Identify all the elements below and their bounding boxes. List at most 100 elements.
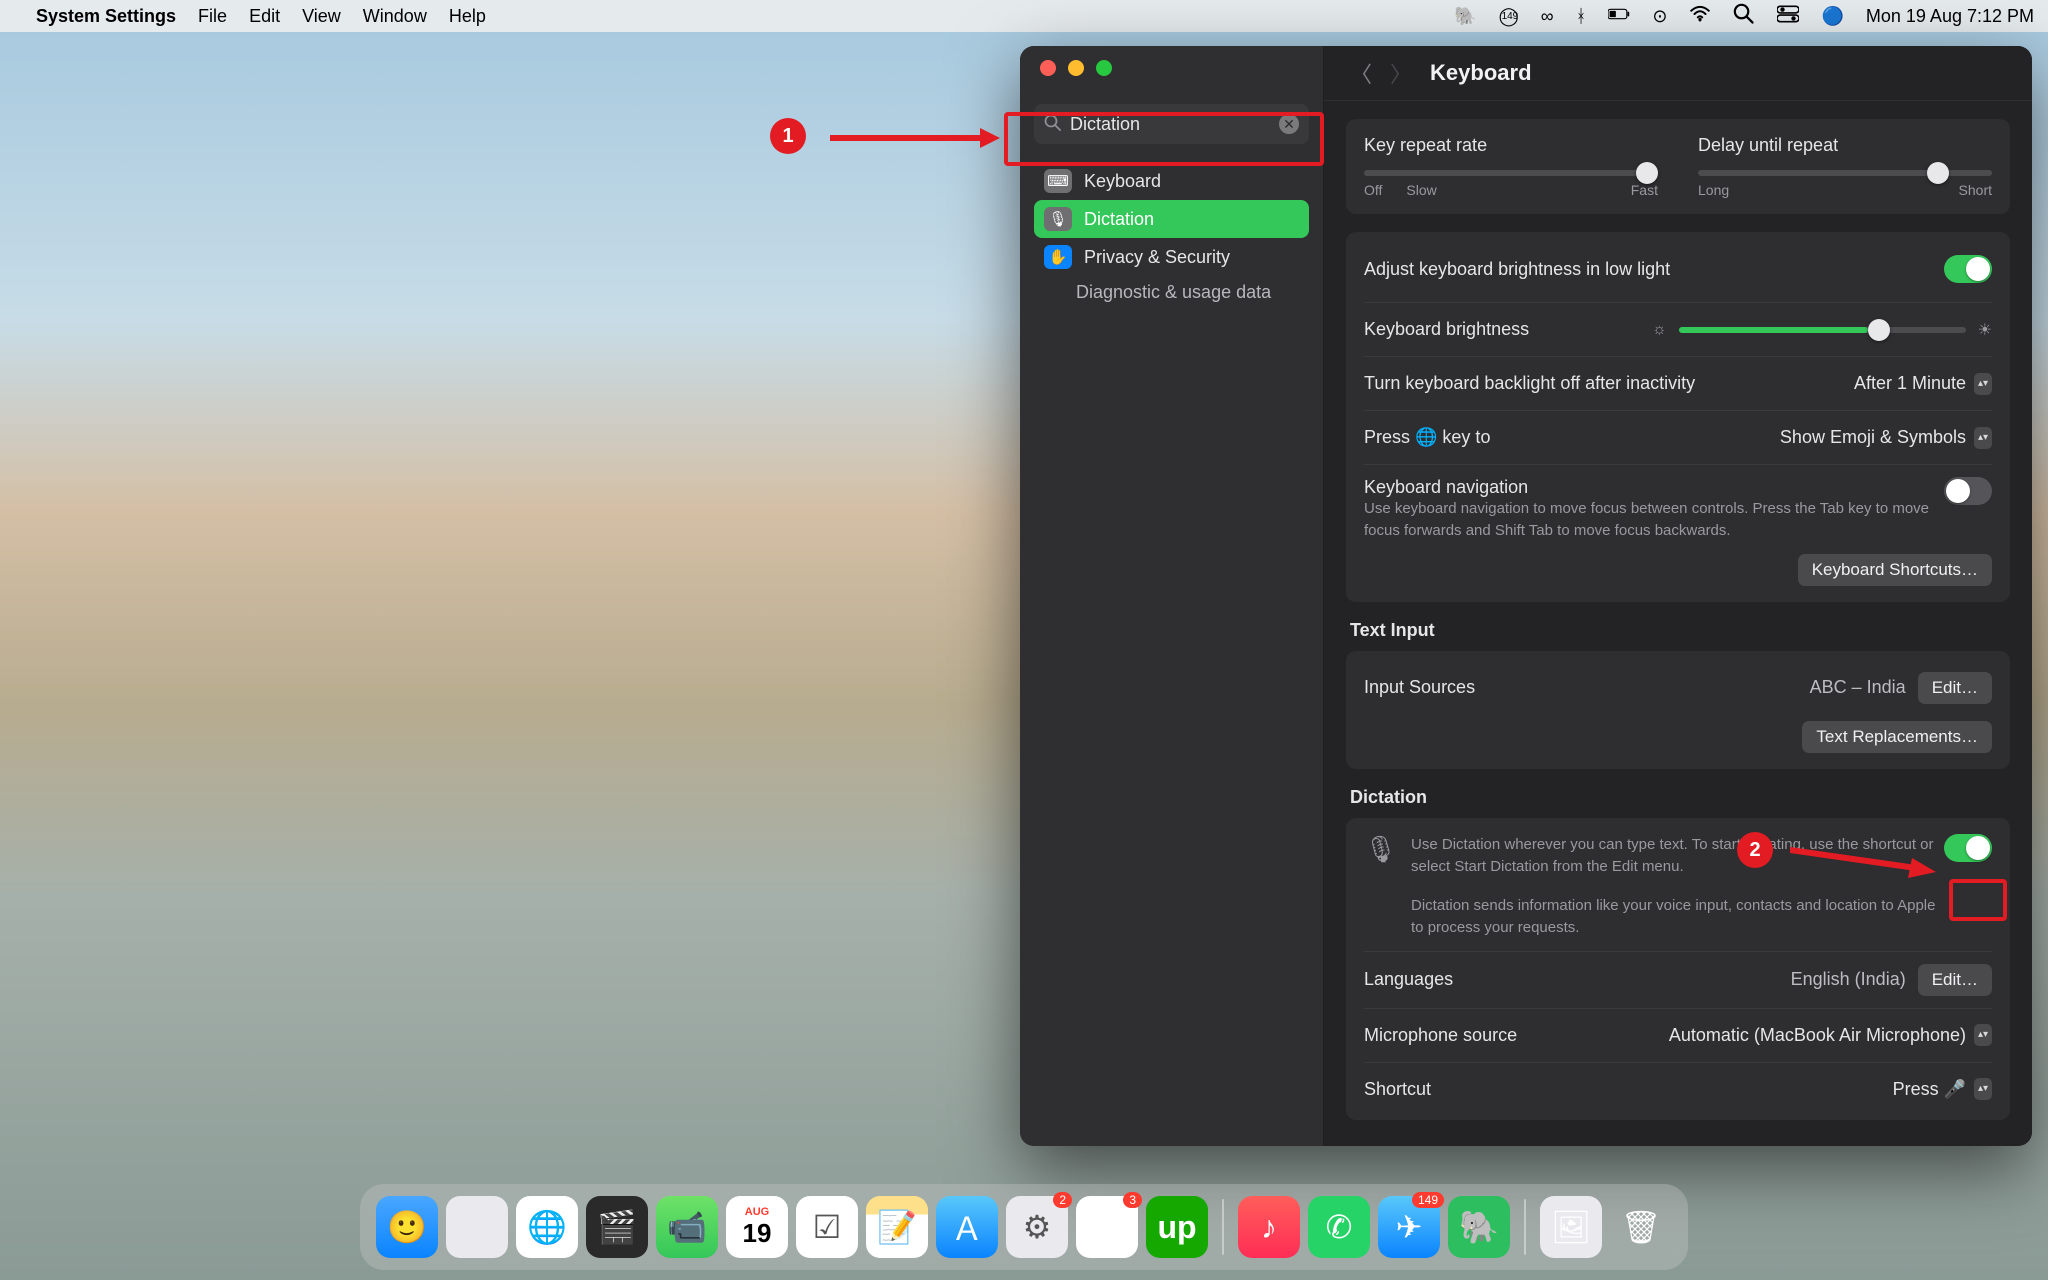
chevron-updown-icon: ▴▾ (1974, 1024, 1992, 1046)
search-icon (1044, 114, 1062, 137)
menubar: System Settings File Edit View Window He… (0, 0, 2048, 32)
sidebar-nav: ⌨ Keyboard 🎙 Dictation ✋ Privacy & Secur… (1034, 162, 1309, 309)
bluetooth-icon[interactable]: ᚼ (1576, 6, 1587, 27)
keyboard-shortcuts-button[interactable]: Keyboard Shortcuts… (1798, 554, 1992, 586)
kb-nav-toggle[interactable] (1944, 477, 1992, 505)
search-input[interactable] (1034, 104, 1309, 144)
select-value: Show Emoji & Symbols (1780, 427, 1966, 448)
dock-appstore[interactable]: Ａ (936, 1196, 998, 1258)
menu-edit[interactable]: Edit (249, 6, 280, 27)
slider-label-long: Long (1698, 182, 1729, 198)
dock-launchpad[interactable] (446, 1196, 508, 1258)
app-name[interactable]: System Settings (36, 6, 176, 27)
dock-reminders[interactable]: ☑︎ (796, 1196, 858, 1258)
languages-label: Languages (1364, 969, 1453, 990)
creative-cloud-icon[interactable]: ∞ (1541, 6, 1554, 27)
menu-help[interactable]: Help (449, 6, 486, 27)
menu-view[interactable]: View (302, 6, 341, 27)
dock-finder[interactable]: 🙂 (376, 1196, 438, 1258)
dock-notes[interactable]: 📝 (866, 1196, 928, 1258)
press-globe-label: Press 🌐 key to (1364, 427, 1490, 448)
text-input-card: Input Sources ABC – India Edit… Text Rep… (1346, 651, 2010, 769)
key-repeat-slider[interactable] (1364, 170, 1658, 176)
close-window-button[interactable] (1040, 60, 1056, 76)
languages-edit-button[interactable]: Edit… (1918, 964, 1992, 996)
sidebar-item-dictation[interactable]: 🎙 Dictation (1034, 200, 1309, 238)
sidebar-item-keyboard[interactable]: ⌨ Keyboard (1034, 162, 1309, 200)
content: Key repeat rate Off Slow Fast Delay unti… (1324, 101, 2032, 1146)
key-repeat-card: Key repeat rate Off Slow Fast Delay unti… (1346, 119, 2010, 214)
dock-slack[interactable]: ✱3 (1076, 1196, 1138, 1258)
slider-label-slow: Slow (1406, 182, 1436, 198)
text-replacements-button[interactable]: Text Replacements… (1802, 721, 1992, 753)
dock-preview-doc[interactable]: 🖼 (1540, 1196, 1602, 1258)
mic-source-label: Microphone source (1364, 1025, 1517, 1046)
slider-label-off: Off (1364, 182, 1382, 198)
dictation-privacy: Dictation sends information like your vo… (1411, 897, 1935, 936)
battery-icon[interactable] (1608, 3, 1630, 30)
minimize-window-button[interactable] (1068, 60, 1084, 76)
shortcut-label: Shortcut (1364, 1079, 1431, 1100)
auto-brightness-toggle[interactable] (1944, 255, 1992, 283)
dock-divider (1524, 1199, 1526, 1255)
menu-file[interactable]: File (198, 6, 227, 27)
sidebar-search: ✕ (1034, 104, 1309, 144)
dictation-toggle[interactable] (1944, 834, 1992, 862)
dock-trash[interactable]: 🗑 (1610, 1196, 1672, 1258)
delay-slider[interactable] (1698, 170, 1992, 176)
dock-chrome[interactable]: 🌐 (516, 1196, 578, 1258)
kb-brightness-slider[interactable] (1679, 327, 1966, 333)
sidebar: ✕ ⌨ Keyboard 🎙 Dictation ✋ Privacy & Sec… (1020, 46, 1324, 1146)
spotlight-icon[interactable] (1733, 3, 1755, 30)
back-button[interactable]: 〈 (1350, 57, 1372, 89)
control-center-icon[interactable] (1777, 3, 1799, 30)
menu-window[interactable]: Window (363, 6, 427, 27)
brightness-card: Adjust keyboard brightness in low light … (1346, 232, 2010, 602)
select-value: After 1 Minute (1854, 373, 1966, 394)
languages-value: English (India) (1791, 969, 1906, 990)
dock-facetime[interactable]: 📹 (656, 1196, 718, 1258)
titlebar: 〈 〉 Keyboard (1324, 46, 2032, 101)
sidebar-item-label: Privacy & Security (1084, 247, 1230, 268)
kb-nav-label: Keyboard navigation (1364, 477, 1528, 497)
key-repeat-label: Key repeat rate (1364, 135, 1658, 156)
dock-finalcut[interactable]: 🎬 (586, 1196, 648, 1258)
clock[interactable]: Mon 19 Aug 7:12 PM (1866, 6, 2034, 27)
sidebar-item-privacy[interactable]: ✋ Privacy & Security (1034, 238, 1309, 276)
select-value: Press 🎤 (1893, 1079, 1966, 1100)
mic-source-select[interactable]: Automatic (MacBook Air Microphone) ▴▾ (1669, 1024, 1992, 1046)
clear-search-icon[interactable]: ✕ (1279, 114, 1299, 134)
dock-music[interactable]: ♪ (1238, 1196, 1300, 1258)
playback-icon[interactable]: ⊙ (1652, 6, 1667, 27)
window-controls (1034, 60, 1309, 76)
annotation-badge-1: 1 (770, 118, 806, 154)
annotation-arrow-1 (830, 128, 1000, 148)
backlight-off-label: Turn keyboard backlight off after inacti… (1364, 373, 1695, 394)
dock-telegram[interactable]: ✈149 (1378, 1196, 1440, 1258)
dock-whatsapp[interactable]: ✆ (1308, 1196, 1370, 1258)
brightness-low-icon: ☼ (1652, 321, 1667, 339)
mic-icon: 🎙 (1044, 207, 1072, 231)
slider-label-fast: Fast (1631, 182, 1658, 198)
select-value: Automatic (MacBook Air Microphone) (1669, 1025, 1966, 1046)
mic-icon: 🎙 (1364, 834, 1397, 865)
dock-evernote[interactable]: 🐘 (1448, 1196, 1510, 1258)
dictation-desc: Use Dictation wherever you can type text… (1411, 836, 1933, 875)
dock-calendar[interactable]: AUG19 (726, 1196, 788, 1258)
wifi-icon[interactable] (1689, 3, 1711, 30)
dock-upwork[interactable]: up (1146, 1196, 1208, 1258)
evernote-status-icon[interactable]: 🐘 (1454, 6, 1476, 27)
shortcut-select[interactable]: Press 🎤 ▴▾ (1893, 1078, 1992, 1100)
main-panel: 〈 〉 Keyboard Key repeat rate Off Slow Fa… (1324, 46, 2032, 1146)
siri-icon[interactable]: 🔵 (1821, 6, 1843, 27)
dock-settings[interactable]: ⚙2 (1006, 1196, 1068, 1258)
sidebar-item-diagnostic[interactable]: Diagnostic & usage data (1034, 276, 1309, 309)
input-sources-edit-button[interactable]: Edit… (1918, 672, 1992, 704)
zoom-window-button[interactable] (1096, 60, 1112, 76)
backlight-off-select[interactable]: After 1 Minute ▴▾ (1854, 373, 1992, 395)
chevron-updown-icon: ▴▾ (1974, 427, 1992, 449)
press-globe-select[interactable]: Show Emoji & Symbols ▴▾ (1780, 427, 1992, 449)
counter-status-icon[interactable]: ◯149 (1499, 6, 1519, 27)
sidebar-item-label: Dictation (1084, 209, 1154, 230)
kb-brightness-label: Keyboard brightness (1364, 319, 1529, 340)
